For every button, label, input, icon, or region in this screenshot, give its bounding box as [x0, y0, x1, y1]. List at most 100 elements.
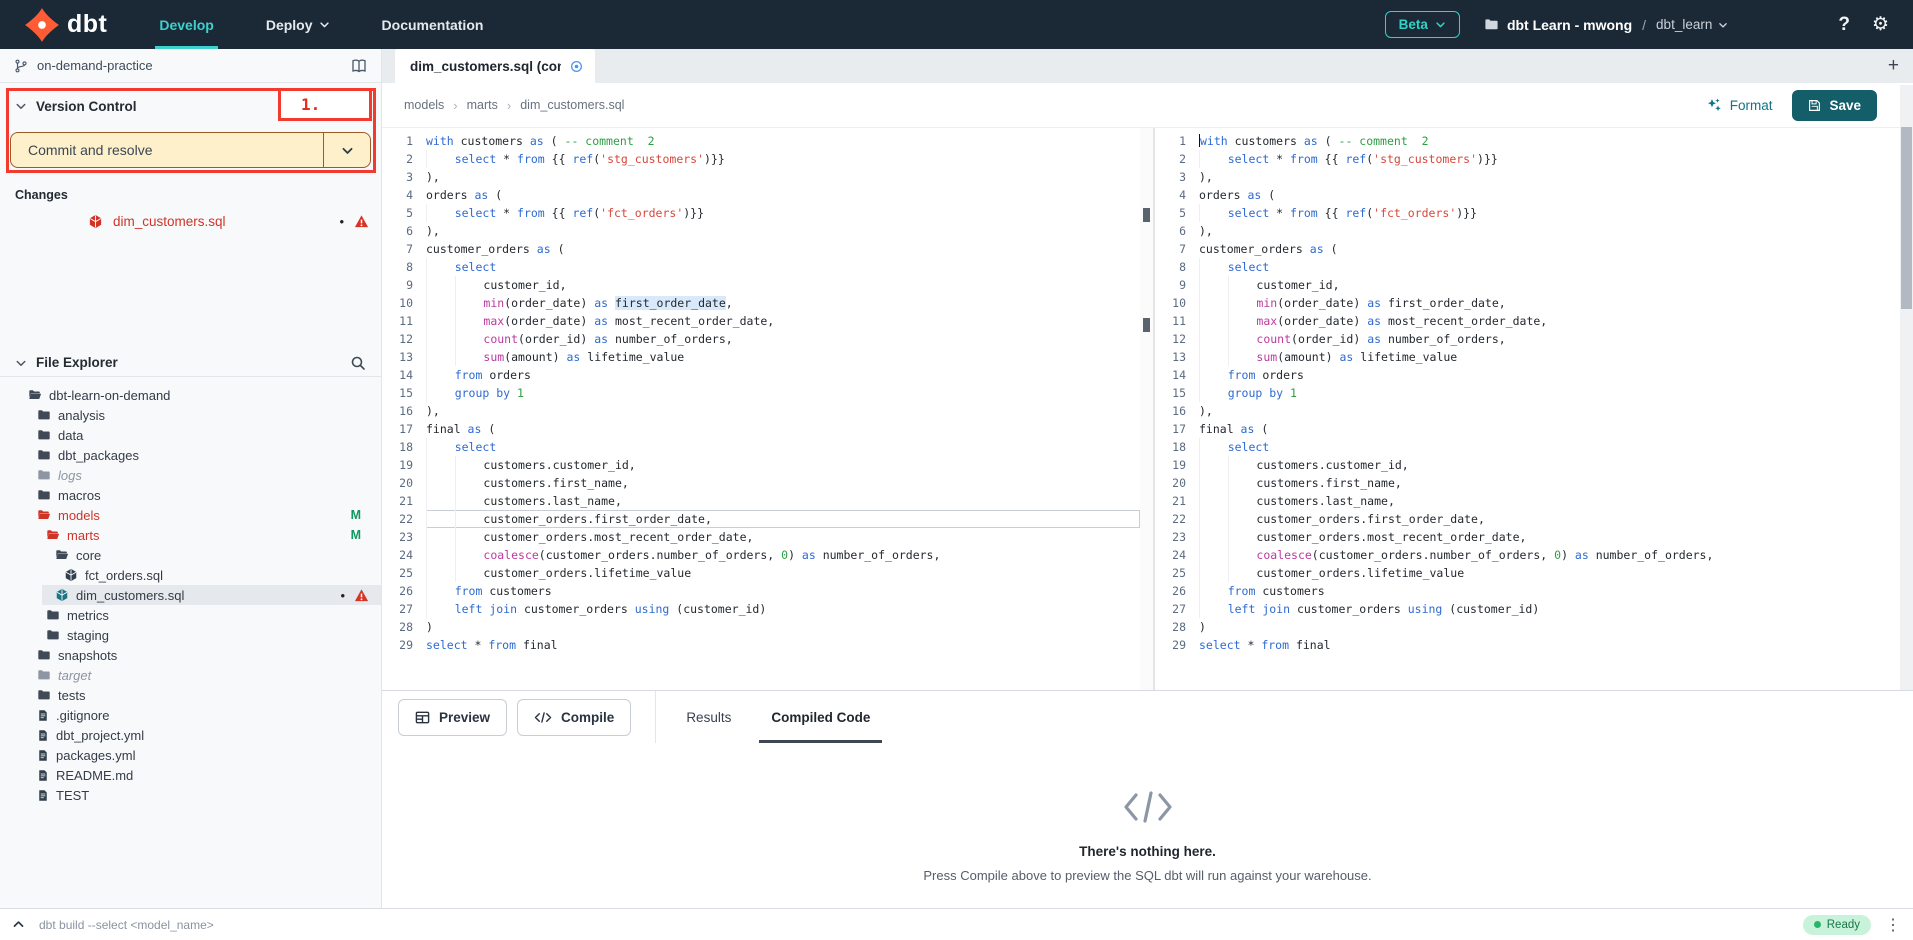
code-line[interactable]: 9 customer_id,: [382, 276, 1140, 294]
code-line[interactable]: 4orders as (: [1155, 186, 1913, 204]
kebab-menu-icon[interactable]: ⋮: [1885, 915, 1901, 935]
tree-item-data[interactable]: data: [0, 425, 381, 445]
book-icon[interactable]: [351, 58, 367, 74]
tab-results[interactable]: Results: [666, 691, 751, 743]
code-line[interactable]: 12 count(order_id) as number_of_orders,: [382, 330, 1140, 348]
code-line[interactable]: 12 count(order_id) as number_of_orders,: [1155, 330, 1913, 348]
scrollbar-thumb[interactable]: [1901, 127, 1912, 309]
code-line[interactable]: 25 customer_orders.lifetime_value: [1155, 564, 1913, 582]
code-line[interactable]: 20 customers.first_name,: [382, 474, 1140, 492]
code-line[interactable]: 5 select * from {{ ref('fct_orders')}}: [382, 204, 1140, 222]
tree-item-macros[interactable]: macros: [0, 485, 381, 505]
tree-item-analysis[interactable]: analysis: [0, 405, 381, 425]
code-line[interactable]: 10 min(order_date) as first_order_date,: [1155, 294, 1913, 312]
breadcrumb-file[interactable]: dim_customers.sql: [520, 98, 624, 112]
code-line[interactable]: 28): [382, 618, 1140, 636]
window-scrollbar[interactable]: [1900, 85, 1913, 690]
code-line[interactable]: 3),: [382, 168, 1140, 186]
format-button[interactable]: Format: [1706, 97, 1773, 113]
code-line[interactable]: 6),: [382, 222, 1140, 240]
code-line[interactable]: 6),: [1155, 222, 1913, 240]
commit-options-dropdown[interactable]: [324, 133, 370, 167]
changed-file-dim-customers[interactable]: dim_customers.sql •: [0, 209, 381, 233]
code-line[interactable]: 29select * from final: [1155, 636, 1913, 654]
editor-pane-right[interactable]: 1with customers as ( -- comment 22 selec…: [1155, 128, 1913, 690]
code-line[interactable]: 9 customer_id,: [1155, 276, 1913, 294]
code-line[interactable]: 14 from orders: [1155, 366, 1913, 384]
code-line[interactable]: 19 customers.customer_id,: [1155, 456, 1913, 474]
code-line[interactable]: 24 coalesce(customer_orders.number_of_or…: [1155, 546, 1913, 564]
breadcrumb-marts[interactable]: marts: [467, 98, 498, 112]
scrollbar-ruler[interactable]: [1140, 128, 1153, 690]
search-icon[interactable]: [350, 355, 366, 371]
tree-item-.gitignore[interactable]: .gitignore: [0, 705, 381, 725]
code-line[interactable]: 23 customer_orders.most_recent_order_dat…: [1155, 528, 1913, 546]
code-line[interactable]: 3),: [1155, 168, 1913, 186]
tree-item-dbt_packages[interactable]: dbt_packages: [0, 445, 381, 465]
code-line[interactable]: 16),: [382, 402, 1140, 420]
chevron-up-icon[interactable]: [12, 918, 25, 931]
save-button[interactable]: Save: [1792, 90, 1877, 121]
code-line[interactable]: 26 from customers: [1155, 582, 1913, 600]
new-tab-plus-icon[interactable]: +: [1888, 55, 1913, 83]
tree-item-tests[interactable]: tests: [0, 685, 381, 705]
account-name[interactable]: dbt Learn - mwong: [1507, 17, 1632, 33]
code-line[interactable]: 18 select: [1155, 438, 1913, 456]
code-line[interactable]: 27 left join customer_orders using (cust…: [382, 600, 1140, 618]
tree-item-README.md[interactable]: README.md: [0, 765, 381, 785]
code-line[interactable]: 15 group by 1: [1155, 384, 1913, 402]
code-line[interactable]: 24 coalesce(customer_orders.number_of_or…: [382, 546, 1140, 564]
compile-button[interactable]: Compile: [517, 699, 631, 736]
tab-dim-customers[interactable]: dim_customers.sql (confli...: [395, 49, 595, 83]
tree-item-dim_customers.sql[interactable]: dim_customers.sql•: [0, 585, 381, 605]
code-line[interactable]: 21 customers.last_name,: [1155, 492, 1913, 510]
tree-item-dbt-learn-on-demand[interactable]: dbt-learn-on-demand: [0, 385, 381, 405]
code-line[interactable]: 22 customer_orders.first_order_date,: [382, 510, 1140, 528]
code-line[interactable]: 18 select: [382, 438, 1140, 456]
preview-button[interactable]: Preview: [398, 699, 507, 736]
code-line[interactable]: 2 select * from {{ ref('stg_customers')}…: [1155, 150, 1913, 168]
code-line[interactable]: 26 from customers: [382, 582, 1140, 600]
file-explorer-header[interactable]: File Explorer: [0, 349, 381, 377]
beta-dropdown[interactable]: Beta: [1385, 11, 1460, 38]
code-line[interactable]: 27 left join customer_orders using (cust…: [1155, 600, 1913, 618]
code-line[interactable]: 29select * from final: [382, 636, 1140, 654]
nav-documentation[interactable]: Documentation: [356, 0, 510, 49]
tree-item-marts[interactable]: martsM: [0, 525, 381, 545]
nav-develop[interactable]: Develop: [133, 0, 239, 49]
code-line[interactable]: 11 max(order_date) as most_recent_order_…: [1155, 312, 1913, 330]
code-line[interactable]: 8 select: [1155, 258, 1913, 276]
tab-compiled-code[interactable]: Compiled Code: [751, 691, 890, 743]
code-line[interactable]: 10 min(order_date) as first_order_date,: [382, 294, 1140, 312]
version-control-header[interactable]: Version Control: [0, 91, 381, 121]
code-line[interactable]: 4orders as (: [382, 186, 1140, 204]
breadcrumb-models[interactable]: models: [404, 98, 444, 112]
code-line[interactable]: 22 customer_orders.first_order_date,: [1155, 510, 1913, 528]
code-line[interactable]: 17final as (: [382, 420, 1140, 438]
code-line[interactable]: 1with customers as ( -- comment 2: [382, 132, 1140, 150]
commit-and-resolve-button[interactable]: Commit and resolve: [10, 132, 371, 168]
code-line[interactable]: 17final as (: [1155, 420, 1913, 438]
help-icon[interactable]: ?: [1838, 14, 1850, 36]
editor-pane-left[interactable]: 1with customers as ( -- comment 22 selec…: [382, 128, 1140, 690]
tree-item-packages.yml[interactable]: packages.yml: [0, 745, 381, 765]
gear-icon[interactable]: ⚙: [1872, 15, 1889, 34]
code-line[interactable]: 19 customers.customer_id,: [382, 456, 1140, 474]
tree-item-staging[interactable]: staging: [0, 625, 381, 645]
tree-item-models[interactable]: modelsM: [0, 505, 381, 525]
project-dropdown[interactable]: dbt_learn: [1656, 17, 1728, 32]
code-line[interactable]: 21 customers.last_name,: [382, 492, 1140, 510]
code-line[interactable]: 28): [1155, 618, 1913, 636]
code-line[interactable]: 11 max(order_date) as most_recent_order_…: [382, 312, 1140, 330]
dbt-logo[interactable]: dbt: [0, 7, 133, 43]
tree-item-core[interactable]: core: [0, 545, 381, 565]
code-line[interactable]: 13 sum(amount) as lifetime_value: [382, 348, 1140, 366]
code-line[interactable]: 14 from orders: [382, 366, 1140, 384]
code-line[interactable]: 25 customer_orders.lifetime_value: [382, 564, 1140, 582]
code-line[interactable]: 16),: [1155, 402, 1913, 420]
tree-item-target[interactable]: target: [0, 665, 381, 685]
code-line[interactable]: 8 select: [382, 258, 1140, 276]
tree-item-logs[interactable]: logs: [0, 465, 381, 485]
tree-item-fct_orders.sql[interactable]: fct_orders.sql: [0, 565, 381, 585]
code-line[interactable]: 20 customers.first_name,: [1155, 474, 1913, 492]
